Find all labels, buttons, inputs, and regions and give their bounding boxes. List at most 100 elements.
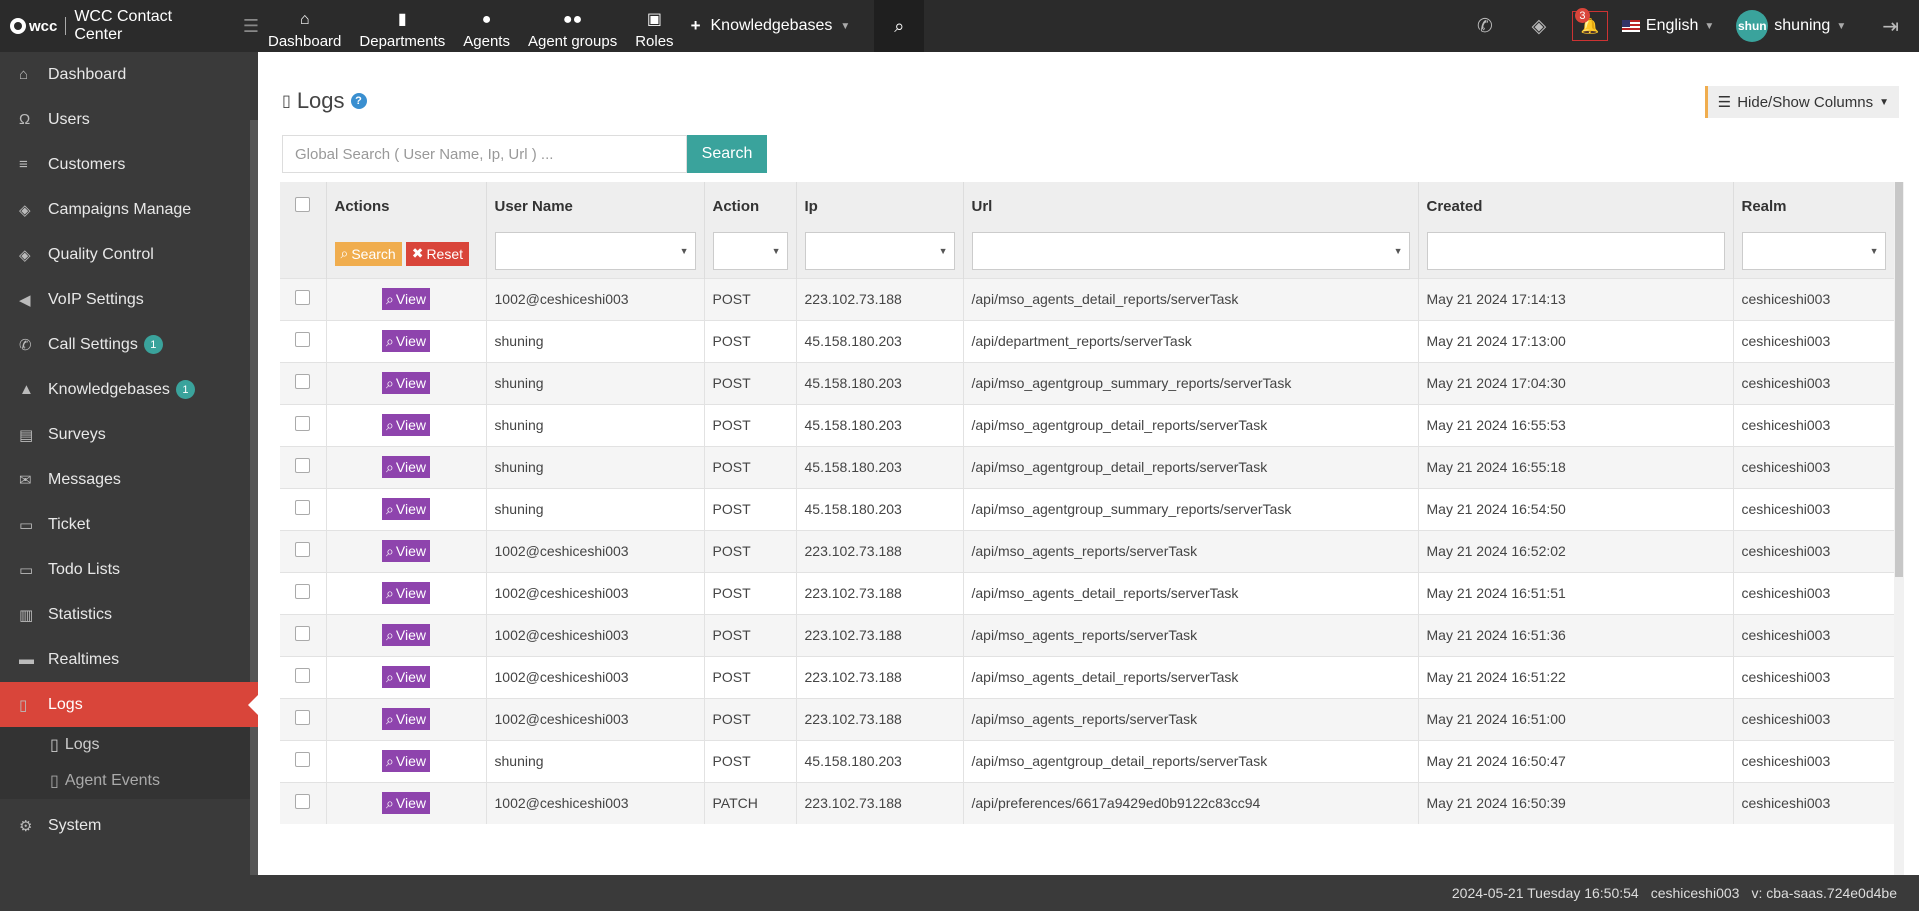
sidebar-item-knowledgebases[interactable]: ▲ Knowledgebases 1 [0, 367, 250, 412]
view-button[interactable]: ⌕ View [382, 456, 430, 478]
view-button[interactable]: ⌕ View [382, 792, 430, 815]
select-all-checkbox[interactable] [295, 196, 311, 212]
sidebar-item-realtimes[interactable]: ▬ Realtimes [0, 637, 250, 682]
view-button[interactable]: ⌕ View [382, 540, 430, 562]
sidebar-item-dashboard[interactable]: ⌂ Dashboard [0, 52, 250, 97]
view-button[interactable]: ⌕ View [382, 372, 430, 394]
row-checkbox[interactable] [295, 332, 311, 347]
notifications-button[interactable]: 3 🔔 [1571, 8, 1608, 41]
view-button[interactable]: ⌕ View [382, 582, 430, 604]
layers-icon[interactable]: ◈ [1512, 15, 1566, 38]
view-label: View [395, 459, 426, 475]
sidebar-item-call-settings[interactable]: ✆ Call Settings 1 [0, 322, 250, 367]
realm-filter-select[interactable]: ▼ [1741, 232, 1886, 270]
cell-created: May 21 2024 17:13:00 [1418, 319, 1734, 362]
search-icon[interactable]: ⌕ [874, 0, 925, 52]
nav-agents[interactable]: ● Agents [454, 0, 519, 52]
row-checkbox[interactable] [295, 542, 311, 557]
nav-label: Roles [635, 33, 674, 50]
sidebar-item-users[interactable]: Ω Users [0, 97, 250, 142]
sidebar-item-statistics[interactable]: ▥ Statistics [0, 592, 250, 637]
search-icon: ⌕ [386, 752, 394, 769]
cell-created: May 21 2024 16:50:39 [1418, 781, 1734, 824]
col-created[interactable]: Created [1418, 182, 1734, 230]
view-button[interactable]: ⌕ View [382, 330, 430, 352]
view-label: View [395, 627, 426, 643]
filter-reset-button[interactable]: ✖ Reset [405, 241, 470, 266]
view-button[interactable]: ⌕ View [382, 708, 430, 730]
url-filter-select[interactable]: ▼ [971, 232, 1410, 270]
cell-ip: 223.102.73.188 [796, 613, 964, 656]
row-checkbox[interactable] [295, 794, 311, 810]
app-logo[interactable]: wcc [10, 18, 57, 35]
nav-roles[interactable]: ▣ Roles [626, 0, 682, 52]
row-checkbox[interactable] [295, 290, 311, 305]
sidebar-item-customers[interactable]: ≡ Customers [0, 142, 250, 187]
row-checkbox[interactable] [295, 416, 311, 431]
cell-url: /api/mso_agents_detail_reports/serverTas… [963, 571, 1419, 614]
nav-departments[interactable]: ▮ Departments [350, 0, 454, 52]
row-checkbox[interactable] [295, 458, 311, 473]
filter-row: ⌕ Search ✖ Reset ▼ ▼ ▼ ▼ ▼ [280, 230, 1895, 278]
view-button[interactable]: ⌕ View [382, 666, 430, 688]
global-search-input[interactable]: Global Search ( User Name, Ip, Url ) ... [282, 135, 687, 173]
row-checkbox[interactable] [295, 668, 311, 683]
created-filter-input[interactable] [1426, 232, 1725, 270]
bar-chart-icon: ▥ [19, 606, 34, 624]
filter-ip: ▼ [796, 230, 964, 278]
view-button[interactable]: ⌕ View [382, 750, 430, 772]
action-filter-select[interactable]: ▼ [712, 232, 788, 270]
sidebar-item-voip-settings[interactable]: ◀ VoIP Settings [0, 277, 250, 322]
row-checkbox[interactable] [295, 374, 311, 389]
cell-ip: 223.102.73.188 [796, 781, 964, 824]
sidebar-item-logs[interactable]: ▯ Logs [0, 682, 258, 727]
view-button[interactable]: ⌕ View [382, 624, 430, 646]
menu-toggle-icon[interactable]: ☰ [243, 16, 259, 37]
sidebar-item-campaigns-manage[interactable]: ◈ Campaigns Manage [0, 187, 250, 232]
cell-realm: ceshiceshi003 [1733, 277, 1895, 320]
col-user-name[interactable]: User Name [486, 182, 705, 230]
phone-icon[interactable]: ✆ [1458, 15, 1512, 38]
col-realm[interactable]: Realm [1733, 182, 1895, 230]
row-checkbox[interactable] [295, 710, 311, 725]
sidebar-item-quality-control[interactable]: ◈ Quality Control [0, 232, 250, 277]
sidebar-item-todo-lists[interactable]: ▭ Todo Lists [0, 547, 250, 592]
help-icon[interactable]: ? [350, 93, 367, 109]
sidebar-subitem-agent-events[interactable]: ▯ Agent Events [0, 763, 250, 799]
global-search-row: Global Search ( User Name, Ip, Url ) ...… [282, 135, 767, 173]
table-scroll-thumb[interactable] [1895, 182, 1903, 577]
row-checkbox[interactable] [295, 584, 311, 599]
global-search-button[interactable]: Search [687, 135, 767, 173]
sidebar-item-surveys[interactable]: ▤ Surveys [0, 412, 250, 457]
user-menu[interactable]: shun shuning ▼ [1736, 10, 1846, 42]
view-button[interactable]: ⌕ View [382, 414, 430, 436]
search-icon: ⌕ [386, 290, 394, 307]
filter-search-button[interactable]: ⌕ Search [334, 241, 402, 266]
role-icon: ▣ [646, 11, 662, 28]
sidebar-item-system[interactable]: ⚙ System [0, 803, 250, 848]
us-flag-icon [1621, 20, 1640, 32]
sidebar-scrollbar[interactable] [250, 120, 258, 875]
row-checkbox[interactable] [295, 752, 311, 767]
view-button[interactable]: ⌕ View [382, 288, 430, 310]
col-url[interactable]: Url [963, 182, 1419, 230]
cell-action: POST [704, 319, 797, 362]
table-scrollbar[interactable] [1894, 182, 1904, 879]
ip-filter-select[interactable]: ▼ [804, 232, 955, 270]
view-button[interactable]: ⌕ View [382, 498, 430, 520]
col-ip[interactable]: Ip [796, 182, 964, 230]
nav-dashboard[interactable]: ⌂ Dashboard [259, 0, 350, 52]
sidebar-item-messages[interactable]: ✉ Messages [0, 457, 250, 502]
sidebar-item-ticket[interactable]: ▭ Ticket [0, 502, 250, 547]
nav-agent-groups[interactable]: ●● Agent groups [519, 0, 626, 52]
sidebar-subitem-logs[interactable]: ▯ Logs [0, 727, 250, 763]
language-dropdown[interactable]: English ▼ [1621, 17, 1714, 35]
nav-knowledgebases-dropdown[interactable]: Knowledgebases ▼ [709, 0, 867, 52]
logout-icon[interactable]: ⇥ [1882, 14, 1899, 39]
row-checkbox[interactable] [295, 500, 311, 515]
row-checkbox[interactable] [295, 626, 311, 641]
user-name-filter-select[interactable]: ▼ [494, 232, 696, 270]
plus-icon[interactable]: + [683, 0, 709, 52]
hide-show-columns-button[interactable]: ☰ Hide/Show Columns ▼ [1704, 86, 1899, 118]
col-action[interactable]: Action [704, 182, 797, 230]
